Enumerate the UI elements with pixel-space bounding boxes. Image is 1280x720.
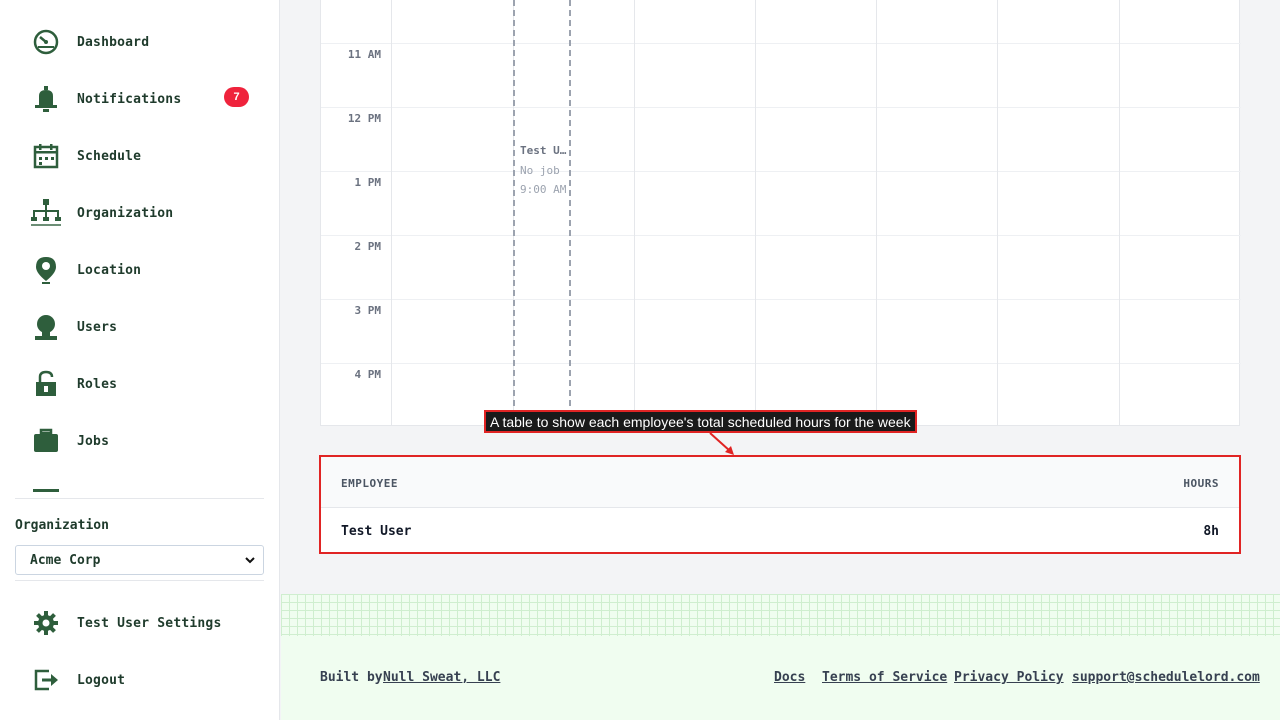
employee-name: Test User <box>341 524 412 539</box>
built-by-link[interactable]: Null Sweat, LLC <box>383 670 500 685</box>
sidebar-item-jobs[interactable]: Jobs <box>30 423 250 459</box>
day-column-divider <box>1119 0 1120 426</box>
sidebar-item-dashboard[interactable]: Dashboard <box>30 24 250 60</box>
hour-gridline <box>321 235 1241 236</box>
chevron-down-icon <box>243 553 257 567</box>
day-column-divider <box>634 0 635 426</box>
sidebar-item-label: Dashboard <box>77 34 150 50</box>
time-label: 12 PM <box>347 112 381 125</box>
sidebar-item-label: Notifications <box>77 91 182 107</box>
shift-event[interactable]: Test User No job 9:00 AM <box>513 0 571 426</box>
time-label: 4 PM <box>354 368 382 381</box>
day-column-divider <box>997 0 998 426</box>
hour-gridline <box>321 107 1241 108</box>
sidebar-item-settings[interactable]: Test User Settings <box>30 605 250 641</box>
event-job: No job <box>520 164 560 177</box>
sidebar-item-users[interactable]: Users <box>30 309 250 345</box>
time-label: 3 PM <box>354 304 382 317</box>
organization-selected-value: Acme Corp <box>30 552 101 568</box>
bell-icon <box>30 83 62 115</box>
organization-select[interactable]: Acme Corp <box>15 545 264 575</box>
time-label: 1 PM <box>354 176 382 189</box>
sidebar-item-notifications[interactable]: Notifications 7 <box>30 81 250 117</box>
hour-gridline <box>321 299 1241 300</box>
day-column-divider <box>876 0 877 426</box>
sidebar: Dashboard Notifications 7 Schedule Organ… <box>0 0 280 720</box>
hour-gridline <box>321 43 1241 44</box>
built-by-text: Built by <box>320 670 383 685</box>
hour-gridline <box>321 171 1241 172</box>
sidebar-divider <box>15 580 264 581</box>
terms-link[interactable]: Terms of Service <box>822 670 947 685</box>
hours-column-header: HOURS <box>1183 477 1219 490</box>
logout-icon <box>30 664 62 696</box>
next-nav-item-icon <box>33 489 59 493</box>
event-employee: Test User <box>520 144 568 157</box>
sidebar-item-roles[interactable]: Roles <box>30 366 250 402</box>
user-icon <box>30 311 62 343</box>
sidebar-item-label: Logout <box>77 672 126 688</box>
sidebar-item-label: Schedule <box>77 148 142 164</box>
table-header-row: EMPLOYEE HOURS <box>321 457 1239 508</box>
lock-icon <box>30 368 62 400</box>
privacy-link[interactable]: Privacy Policy <box>954 670 1064 685</box>
location-pin-icon <box>30 254 62 286</box>
sidebar-item-label: Jobs <box>77 433 110 449</box>
sidebar-item-label: Organization <box>77 205 174 221</box>
docs-link[interactable]: Docs <box>774 670 805 685</box>
briefcase-icon <box>30 425 62 457</box>
time-label: 11 AM <box>347 48 381 61</box>
sidebar-item-location[interactable]: Location <box>30 252 250 288</box>
sidebar-item-organization[interactable]: Organization <box>30 195 250 231</box>
sidebar-item-label: Test User Settings <box>77 615 222 631</box>
sidebar-item-schedule[interactable]: Schedule <box>30 138 250 174</box>
weekly-hours-table: EMPLOYEE HOURS Test User 8h <box>319 455 1241 554</box>
sidebar-divider <box>15 498 264 499</box>
notification-count-badge: 7 <box>224 87 249 107</box>
dashboard-icon <box>30 26 62 58</box>
org-chart-icon <box>30 197 62 229</box>
organization-label: Organization <box>15 518 109 533</box>
hour-gridline <box>321 363 1241 364</box>
sidebar-item-label: Location <box>77 262 142 278</box>
sidebar-item-logout[interactable]: Logout <box>30 662 250 698</box>
footer-grid-pattern <box>281 594 1280 636</box>
support-email-link[interactable]: support@schedulelord.com <box>1072 670 1260 685</box>
event-time: 9:00 AM <box>520 183 567 196</box>
sidebar-item-label: Users <box>77 319 118 335</box>
employee-column-header: EMPLOYEE <box>341 477 398 490</box>
employee-hours: 8h <box>1203 524 1219 539</box>
gear-icon <box>30 607 62 639</box>
week-calendar: 11 AM 12 PM 1 PM 2 PM 3 PM 4 PM Test Use… <box>320 0 1241 426</box>
calendar-icon <box>30 140 62 172</box>
day-column-divider <box>391 0 392 426</box>
sidebar-item-label: Roles <box>77 376 118 392</box>
time-label: 2 PM <box>354 240 382 253</box>
day-column-divider <box>755 0 756 426</box>
